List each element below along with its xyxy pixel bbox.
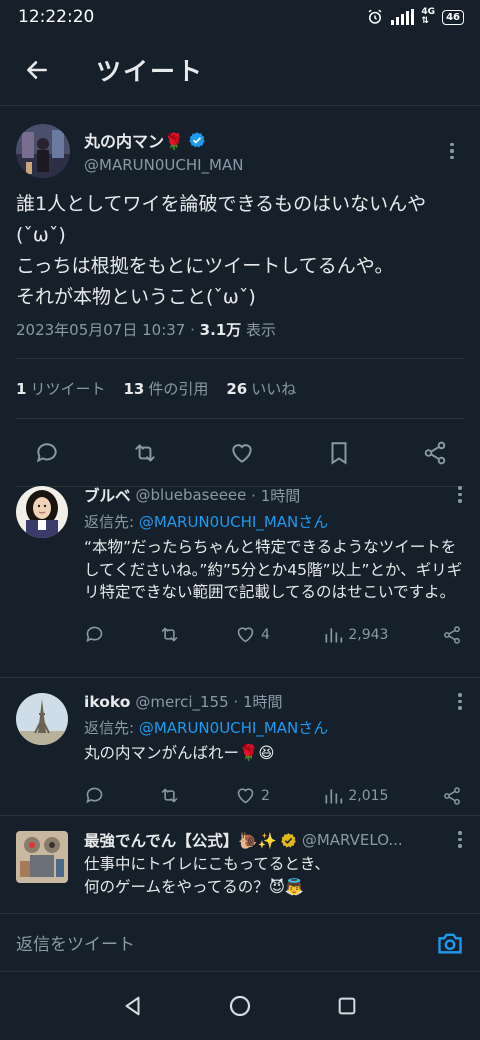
reply-views-button[interactable]: 2,943 — [323, 625, 388, 645]
reply-to-line: 返信先: @MARUN0UCHI_MANさん — [84, 513, 329, 531]
reply-input[interactable]: 返信をツイート — [16, 930, 135, 955]
verified-badge-icon — [189, 132, 205, 148]
back-button[interactable] — [0, 34, 76, 106]
tweet-meta: 2023年05月07日 10:37 · 3.1万 表示 — [16, 319, 464, 359]
alarm-icon — [369, 9, 382, 24]
reply-header: 最強でんでん【公式】🐌✨ @MARVELO... — [84, 829, 464, 851]
reply-author-name[interactable]: ブルベ — [84, 484, 131, 506]
reply-body: ブルベ @bluebaseeee · 1時間 返信先: @MARUN0UCHI_… — [84, 484, 464, 677]
reply-author-handle: @merci_155 — [135, 692, 229, 711]
likes-stat[interactable]: 26 いいね — [226, 378, 296, 399]
reply-icon — [86, 626, 103, 643]
reply-avatar[interactable] — [16, 486, 68, 538]
status-bar: 12:22:20 4G ⇅ 46 — [0, 0, 480, 34]
more-options-icon[interactable] — [440, 142, 464, 160]
nav-back-icon[interactable] — [122, 995, 144, 1017]
reply-author-handle: @bluebaseeee — [135, 486, 247, 504]
tweet-timestamp[interactable]: 2023年05月07日 10:37 · — [16, 321, 200, 339]
reply-like-button[interactable]: 4 — [235, 624, 270, 645]
author-name[interactable]: 丸の内マン🌹 — [84, 128, 184, 152]
reply-author-name[interactable]: 最強でんでん【公式】🐌✨ — [84, 829, 277, 851]
reply-like-button[interactable]: 2 — [235, 785, 270, 806]
more-options-icon[interactable] — [448, 693, 472, 710]
reply-compose-bar[interactable]: 返信をツイート — [0, 913, 480, 971]
reply-retweet-button[interactable] — [158, 624, 181, 645]
reply-header: ikoko @merci_155 · 1時間 — [84, 691, 464, 712]
reply-avatar[interactable] — [16, 693, 68, 745]
reply-item[interactable]: ブルベ @bluebaseeee · 1時間 返信先: @MARUN0UCHI_… — [0, 472, 480, 678]
reply-body: 最強でんでん【公式】🐌✨ @MARVELO... 仕事中にトイレにこもってるとき… — [84, 829, 464, 913]
retweet-icon — [162, 627, 178, 642]
nav-recents-icon[interactable] — [336, 995, 358, 1017]
share-icon — [444, 625, 460, 644]
main-tweet: 丸の内マン🌹 @MARUN0UCHI_MAN 誰1人としてワイを論破できるものは… — [0, 107, 480, 487]
reply-like-count: 4 — [260, 626, 270, 643]
gold-verified-badge-icon — [281, 832, 296, 848]
reply-icon — [86, 787, 103, 804]
reply-views-count: 2,943 — [348, 626, 389, 643]
bookmark-icon[interactable] — [326, 440, 352, 466]
reply-like-count: 2 — [260, 787, 270, 804]
like-icon[interactable] — [229, 440, 255, 466]
views-chart-icon — [325, 788, 343, 803]
retweet-icon[interactable] — [131, 440, 159, 466]
camera-icon[interactable] — [436, 929, 464, 957]
reply-icon[interactable] — [34, 440, 60, 466]
reply-views-button[interactable]: 2,015 — [323, 786, 388, 806]
arrow-left-icon — [27, 60, 47, 79]
reply-to-line: 返信先: @MARUN0UCHI_MANさん — [84, 719, 329, 737]
battery-icon: 46 — [442, 9, 464, 25]
reply-reply-button[interactable] — [84, 624, 105, 645]
reply-header: ブルベ @bluebaseeee · 1時間 — [84, 484, 464, 506]
reply-time: · 1時間 — [251, 486, 301, 505]
like-icon — [237, 627, 254, 643]
more-options-icon[interactable] — [448, 831, 472, 848]
reply-to-mention[interactable]: @MARUN0UCHI_MANさん — [139, 719, 328, 737]
reply-time: · 1時間 — [233, 693, 283, 711]
nav-home-icon[interactable] — [228, 994, 252, 1018]
header: ツイート — [0, 34, 480, 106]
reply-text: “本物”だったらちゃんと特定できるようなツイートをしてくださいね。”約”5分とか… — [84, 538, 463, 601]
page-title: ツイート — [96, 56, 205, 86]
share-icon[interactable] — [422, 440, 448, 466]
reply-item[interactable]: ikoko @merci_155 · 1時間 返信先: @MARUN0UCHI_… — [0, 679, 480, 816]
reply-actions: 4 2,943 — [84, 610, 464, 660]
tweet-text: 誰1人としてワイを論破できるものはいないんや(ˇωˇ) こっちは根拠をもとにツイ… — [16, 193, 427, 308]
views-chart-icon — [325, 627, 343, 642]
reply-avatar[interactable] — [16, 831, 68, 883]
reply-text: 丸の内マンがんばれー🌹😆 — [84, 744, 275, 762]
reply-share-button[interactable] — [442, 786, 462, 806]
author-names: 丸の内マン🌹 @MARUN0UCHI_MAN — [84, 128, 440, 174]
author-handle: @MARUN0UCHI_MAN — [84, 156, 244, 174]
reply-author-handle: @MARVELO... — [301, 831, 403, 849]
share-icon — [444, 786, 460, 805]
views-label: 表示 — [241, 321, 277, 339]
views-count: 3.1万 — [199, 321, 242, 339]
retweets-stat[interactable]: 1 リツイート — [16, 378, 105, 399]
reply-share-button[interactable] — [442, 625, 462, 645]
network-type: 4G ⇅ — [421, 7, 436, 26]
reply-actions: 2 2,015 — [84, 771, 464, 821]
reply-reply-button[interactable] — [84, 785, 105, 806]
like-icon — [237, 788, 254, 804]
reply-author-name[interactable]: ikoko — [84, 693, 130, 711]
more-options-icon[interactable] — [448, 486, 472, 503]
retweet-icon — [162, 788, 178, 803]
status-time: 12:22:20 — [18, 7, 95, 27]
reply-views-count: 2,015 — [348, 787, 389, 804]
status-icons: 4G ⇅ 46 — [366, 8, 464, 26]
reply-to-mention[interactable]: @MARUN0UCHI_MANさん — [139, 513, 328, 531]
engagement-counts: 1 リツイート 13 件の引用 26 いいね — [16, 359, 464, 419]
reply-item[interactable]: 最強でんでん【公式】🐌✨ @MARVELO... 仕事中にトイレにこもってるとき… — [0, 817, 480, 913]
author-name-line: 丸の内マン🌹 — [84, 128, 440, 152]
reply-text: 仕事中にトイレにこもってるとき、 何のゲームをやってるの？😈👼 — [84, 855, 330, 896]
author-row: 丸の内マン🌹 @MARUN0UCHI_MAN — [16, 123, 464, 179]
author-avatar[interactable] — [16, 124, 70, 178]
reply-retweet-button[interactable] — [158, 785, 181, 806]
quotes-stat[interactable]: 13 件の引用 — [123, 378, 208, 399]
system-navigation-bar — [0, 971, 480, 1040]
signal-icon — [391, 9, 415, 25]
reply-body: ikoko @merci_155 · 1時間 返信先: @MARUN0UCHI_… — [84, 691, 464, 815]
